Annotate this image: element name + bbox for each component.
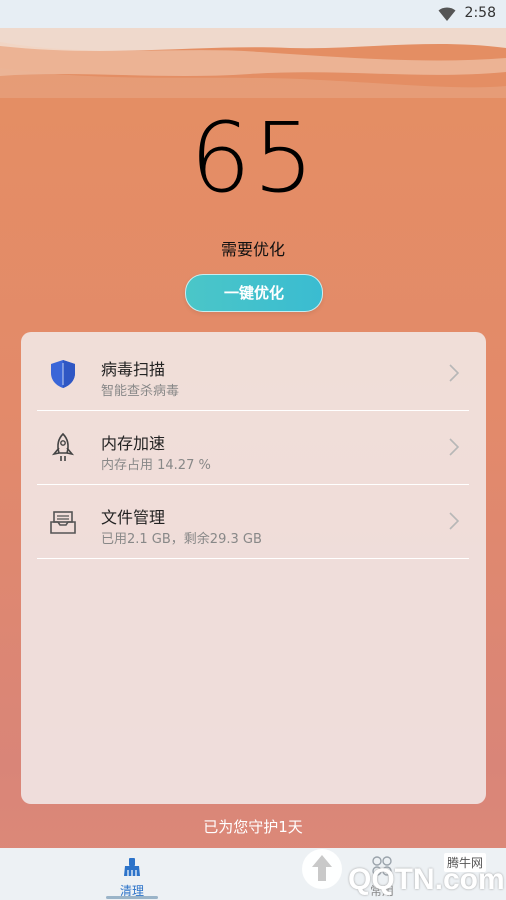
clock: 2:58 (464, 5, 496, 21)
active-tab-indicator (106, 896, 158, 899)
feature-title: 文件管理 (101, 508, 166, 527)
rocket-icon (51, 432, 75, 461)
feature-title: 内存加速 (101, 434, 166, 453)
protection-days: 已为您守护1天 (203, 818, 303, 836)
feature-row-virus-scan[interactable]: 病毒扫描 智能查杀病毒 (37, 336, 469, 411)
watermark-tag: 腾牛网 (444, 853, 487, 872)
feature-subtitle: 智能查杀病毒 (101, 384, 180, 399)
broom-icon (124, 858, 140, 876)
one-click-optimize-button[interactable]: 一键优化 (185, 274, 323, 312)
feature-card: 病毒扫描 智能查杀病毒 内存加速 内存占用 14.27 % 文件管理 已用2.1… (21, 332, 486, 804)
wave-decoration (0, 28, 506, 98)
shield-icon (51, 360, 75, 388)
inbox-icon (50, 511, 76, 534)
chevron-right-icon (449, 364, 460, 382)
feature-title: 病毒扫描 (101, 360, 166, 379)
status-bar: 2:58 (0, 0, 506, 28)
health-score: 65 (189, 102, 317, 214)
chevron-right-icon (449, 438, 460, 456)
watermark: QQTN.com 腾牛网 (296, 845, 506, 900)
score-status: 需要优化 (220, 240, 285, 259)
feature-subtitle: 已用2.1 GB，剩余29.3 GB (101, 532, 262, 547)
tab-clean[interactable]: 清理 (96, 848, 168, 900)
wifi-icon (438, 7, 456, 21)
feature-row-memory-boost[interactable]: 内存加速 内存占用 14.27 % (37, 410, 469, 485)
feature-row-file-manager[interactable]: 文件管理 已用2.1 GB，剩余29.3 GB (37, 484, 469, 559)
chevron-right-icon (449, 512, 460, 530)
feature-subtitle: 内存占用 14.27 % (101, 458, 211, 473)
